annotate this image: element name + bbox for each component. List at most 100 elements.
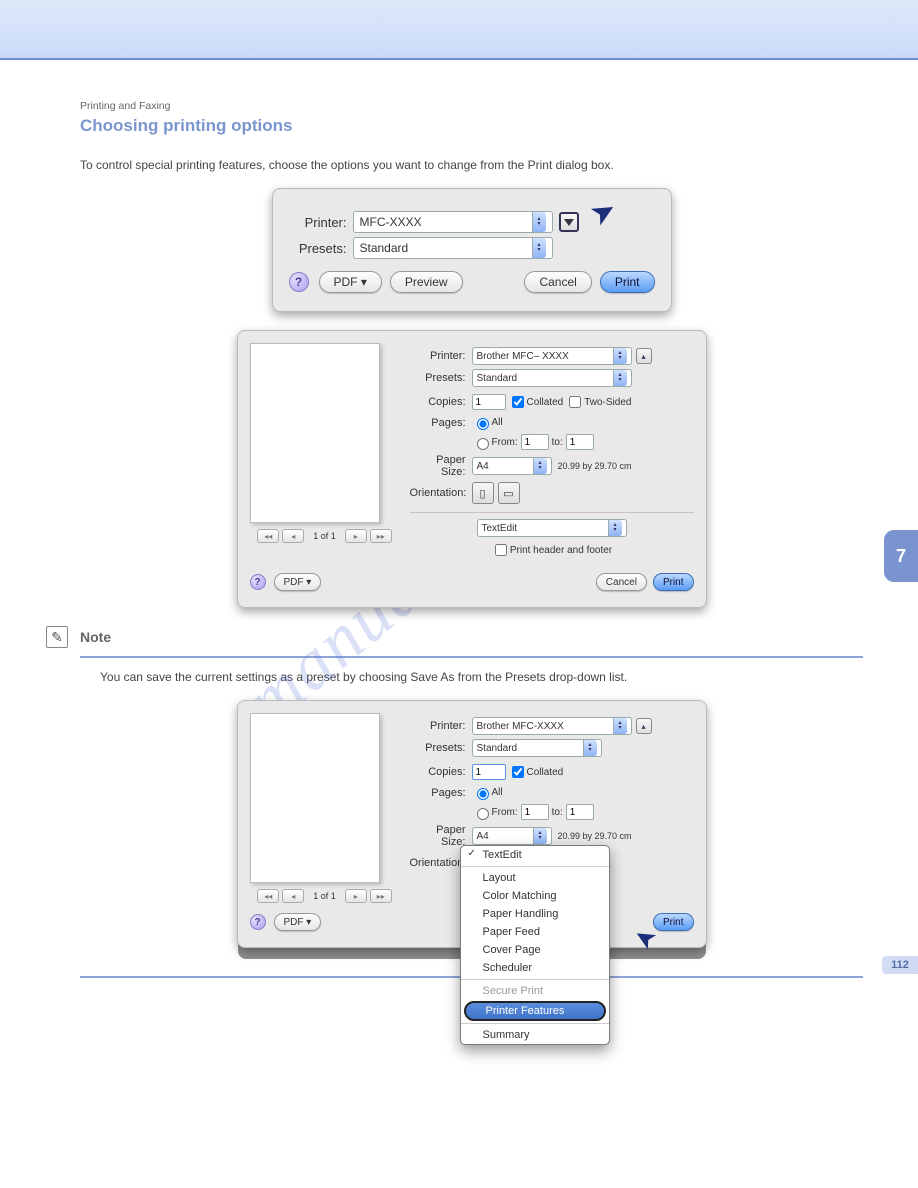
divider [461, 979, 609, 980]
updown-icon: ▴▾ [533, 828, 547, 844]
printer-value: Brother MFC-XXXX [477, 721, 564, 732]
cancel-button[interactable]: Cancel [524, 271, 591, 293]
note-icon: ✎ [46, 626, 68, 648]
presets-select[interactable]: Standard ▴▾ [472, 739, 602, 757]
help-button[interactable]: ? [250, 574, 266, 590]
pager-status: 1 of 1 [307, 531, 342, 541]
pager-next[interactable]: ▸ [345, 529, 367, 543]
to-input[interactable] [566, 804, 594, 820]
from-input[interactable] [521, 434, 549, 450]
pager-next[interactable]: ▸ [345, 889, 367, 903]
pager-prev[interactable]: ◂ [282, 529, 304, 543]
printer-label: Printer: [410, 350, 472, 362]
triangle-down-icon [564, 219, 574, 226]
printer-select[interactable]: Brother MFC-XXXX ▴▾ [472, 717, 632, 735]
section-title: Choosing printing options [80, 116, 863, 136]
page-header-title: Printing and Faxing [80, 100, 863, 112]
section-value: TextEdit [482, 523, 518, 534]
landscape-button[interactable]: ▭ [498, 482, 520, 504]
menu-secureprint[interactable]: Secure Print [461, 982, 609, 1000]
help-button[interactable]: ? [250, 914, 266, 930]
papersize-select[interactable]: A4 ▴▾ [472, 457, 552, 475]
from-input[interactable] [521, 804, 549, 820]
menu-printerfeatures[interactable]: Printer Features [464, 1001, 606, 1021]
portrait-icon: ▯ [479, 487, 485, 500]
page-preview [250, 713, 380, 883]
presets-value: Standard [360, 241, 409, 255]
help-button[interactable]: ? [289, 272, 309, 292]
updown-icon: ▴▾ [533, 458, 547, 474]
section-select[interactable]: TextEdit ▴▾ [477, 519, 627, 537]
printer-select[interactable]: MFC-XXXX ▴▾ [353, 211, 553, 233]
printer-value: Brother MFC– XXXX [477, 351, 569, 362]
copies-label: Copies: [410, 766, 472, 778]
print-dialog-menu: ◂◂ ◂ 1 of 1 ▸ ▸▸ Printer: Brother MFC-XX… [237, 700, 707, 948]
pages-all-radio[interactable] [477, 788, 489, 800]
print-button[interactable]: Print [600, 271, 655, 293]
presets-select[interactable]: Standard ▴▾ [353, 237, 553, 259]
menu-textedit[interactable]: TextEdit [461, 846, 609, 864]
pager-last[interactable]: ▸▸ [370, 529, 392, 543]
divider [461, 1023, 609, 1024]
papersize-select[interactable]: A4 ▴▾ [472, 827, 552, 845]
copies-input[interactable] [472, 394, 506, 410]
to-label: to: [552, 807, 563, 818]
from-label: From: [492, 437, 518, 448]
twosided-checkbox[interactable] [569, 396, 581, 408]
menu-summary[interactable]: Summary [461, 1026, 609, 1044]
updown-icon: ▴▾ [613, 348, 627, 364]
pages-from-radio[interactable] [477, 438, 489, 450]
pager-prev[interactable]: ◂ [282, 889, 304, 903]
divider [461, 866, 609, 867]
pages-from-radio[interactable] [477, 808, 489, 820]
pages-all-radio[interactable] [477, 418, 489, 430]
pdf-button[interactable]: PDF ▾ [274, 573, 322, 591]
menu-colormatching[interactable]: Color Matching [461, 887, 609, 905]
collated-checkbox[interactable] [512, 396, 524, 408]
updown-icon: ▴▾ [608, 520, 622, 536]
presets-select[interactable]: Standard ▴▾ [472, 369, 632, 387]
print-dialog-expanded: ◂◂ ◂ 1 of 1 ▸ ▸▸ Printer: Brother MFC– X… [237, 330, 707, 608]
copies-label: Copies: [410, 396, 472, 408]
pager-status: 1 of 1 [307, 891, 342, 901]
note-text: You can save the current settings as a p… [100, 668, 863, 686]
pager-first[interactable]: ◂◂ [257, 889, 279, 903]
menu-layout[interactable]: Layout [461, 869, 609, 887]
menu-paperhandling[interactable]: Paper Handling [461, 905, 609, 923]
arrow-callout-icon: ➤ [584, 191, 623, 234]
from-label: From: [492, 807, 518, 818]
chapter-tab: 7 [884, 530, 918, 582]
collapse-button[interactable]: ▴ [636, 348, 652, 364]
menu-scheduler[interactable]: Scheduler [461, 959, 609, 977]
collapse-button[interactable]: ▴ [636, 718, 652, 734]
presets-label: Presets: [410, 742, 472, 754]
preview-button[interactable]: Preview [390, 271, 463, 293]
print-dialog-compact: Printer: MFC-XXXX ▴▾ ➤ Presets: Standard… [272, 188, 672, 312]
printer-select[interactable]: Brother MFC– XXXX ▴▾ [472, 347, 632, 365]
print-button[interactable]: Print [653, 573, 694, 591]
menu-paperfeed[interactable]: Paper Feed [461, 923, 609, 941]
copies-input[interactable] [472, 764, 506, 780]
papersize-value: A4 [477, 461, 489, 472]
triangle-up-icon: ▴ [641, 352, 645, 361]
landscape-icon: ▭ [503, 487, 513, 500]
section-menu[interactable]: TextEdit Layout Color Matching Paper Han… [460, 845, 610, 1045]
portrait-button[interactable]: ▯ [472, 482, 494, 504]
updown-icon: ▴▾ [583, 740, 597, 756]
expand-button[interactable] [559, 212, 579, 232]
header-footer-checkbox[interactable] [495, 544, 507, 556]
collated-label: Collated [527, 767, 564, 778]
pager-last[interactable]: ▸▸ [370, 889, 392, 903]
cancel-button[interactable]: Cancel [596, 573, 647, 591]
menu-coverpage[interactable]: Cover Page [461, 941, 609, 959]
header-footer-label: Print header and footer [510, 545, 612, 556]
presets-value: Standard [477, 743, 518, 754]
pdf-button[interactable]: PDF ▾ [274, 913, 322, 931]
to-input[interactable] [566, 434, 594, 450]
pager-first[interactable]: ◂◂ [257, 529, 279, 543]
collated-checkbox[interactable] [512, 766, 524, 778]
updown-icon: ▴▾ [532, 212, 546, 232]
pages-label: Pages: [410, 787, 472, 799]
pdf-button[interactable]: PDF ▾ [319, 271, 382, 293]
orientation-label: Orientation: [410, 487, 472, 499]
